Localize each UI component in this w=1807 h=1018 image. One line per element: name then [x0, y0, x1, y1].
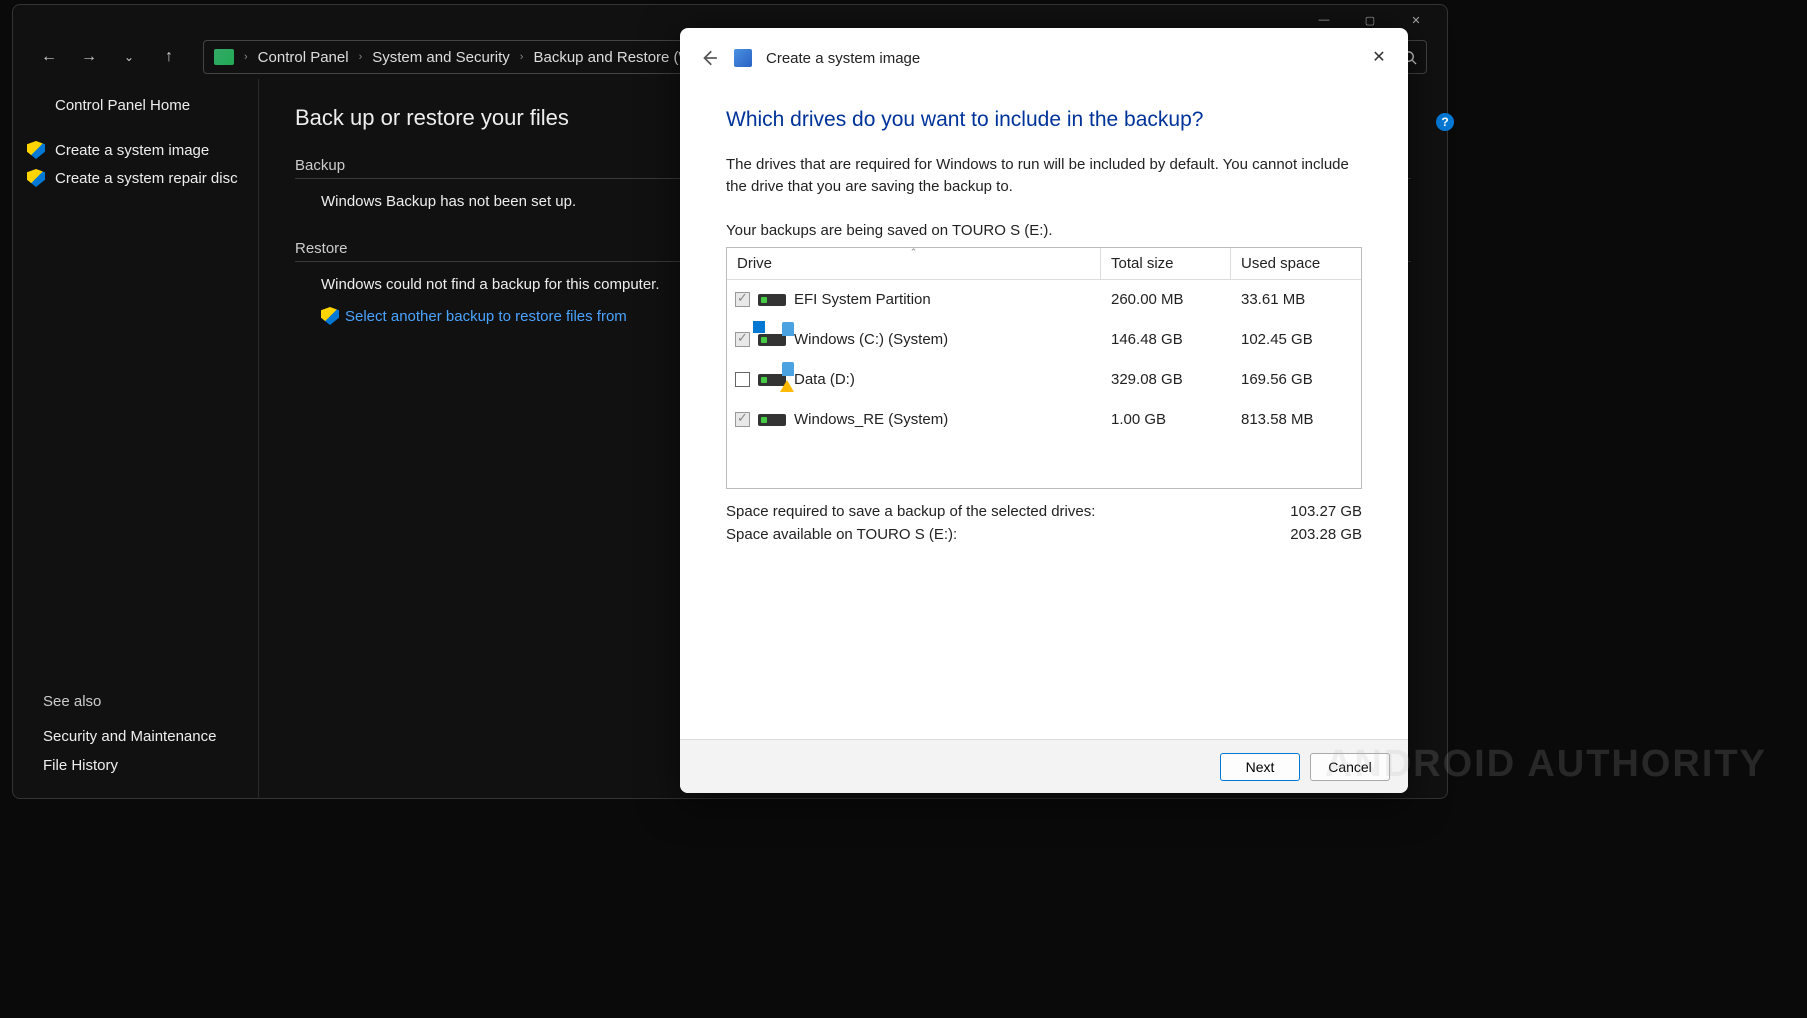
create-system-image-wizard: Create a system image ✕ Which drives do …: [680, 28, 1408, 793]
restore-alt-link-label: Select another backup to restore files f…: [345, 308, 627, 325]
space-available-value: 203.28 GB: [1290, 526, 1362, 543]
lock-overlay-icon: [782, 362, 794, 376]
sidebar: Control Panel Home Create a system image…: [13, 79, 258, 798]
sidebar-link-repair-disc[interactable]: Create a system repair disc: [27, 164, 248, 192]
table-row[interactable]: Data (D:) 329.08 GB 169.56 GB: [727, 360, 1361, 400]
wizard-body: Which drives do you want to include in t…: [680, 88, 1408, 739]
back-arrow-icon: [700, 49, 718, 67]
space-available-row: Space available on TOURO S (E:): 203.28 …: [726, 526, 1362, 543]
sort-indicator-icon: ⌃: [910, 247, 918, 258]
recent-dropdown-icon[interactable]: ⌄: [113, 41, 145, 73]
help-badge[interactable]: ?: [1436, 113, 1454, 131]
wizard-icon: [734, 49, 752, 67]
breadcrumb-item[interactable]: System and Security: [372, 49, 510, 66]
chevron-right-icon: ›: [359, 51, 363, 63]
wizard-footer: Next Cancel: [680, 739, 1408, 793]
drive-icon: [758, 294, 786, 306]
drive-name: Windows (C:) (System): [794, 331, 948, 348]
wizard-save-location: Your backups are being saved on TOURO S …: [726, 222, 1362, 239]
col-total[interactable]: Total size: [1101, 248, 1231, 279]
drive-name: Data (D:): [794, 371, 855, 388]
see-also-filehistory[interactable]: File History: [43, 751, 248, 780]
wizard-titlebar: Create a system image ✕: [680, 28, 1408, 88]
wizard-heading: Which drives do you want to include in t…: [726, 108, 1362, 132]
see-also-security[interactable]: Security and Maintenance: [43, 722, 248, 751]
drive-used: 102.45 GB: [1231, 331, 1361, 348]
wizard-close-button[interactable]: ✕: [1364, 42, 1394, 72]
breadcrumb-item[interactable]: Control Panel: [258, 49, 349, 66]
drive-checkbox: [735, 412, 750, 427]
windows-overlay-icon: [752, 320, 766, 334]
table-row: EFI System Partition 260.00 MB 33.61 MB: [727, 280, 1361, 320]
space-required-row: Space required to save a backup of the s…: [726, 503, 1362, 520]
col-drive[interactable]: Drive⌃: [727, 248, 1101, 279]
drive-total: 260.00 MB: [1101, 291, 1231, 308]
drive-used: 169.56 GB: [1231, 371, 1361, 388]
table-row: Windows (C:) (System) 146.48 GB 102.45 G…: [727, 320, 1361, 360]
space-required-value: 103.27 GB: [1290, 503, 1362, 520]
space-required-label: Space required to save a backup of the s…: [726, 503, 1095, 520]
forward-arrow-icon[interactable]: →: [73, 41, 105, 73]
control-panel-icon: [214, 49, 234, 65]
watermark: ANDROID AUTHORITY: [1325, 743, 1767, 786]
see-also-label: See also: [43, 693, 248, 710]
drive-used: 813.58 MB: [1231, 411, 1361, 428]
up-arrow-icon[interactable]: ↑: [153, 41, 185, 73]
shield-icon: [27, 169, 45, 187]
sidebar-link-label: Create a system image: [55, 142, 209, 159]
back-arrow-icon[interactable]: ←: [33, 41, 65, 73]
shield-icon: [27, 141, 45, 159]
chevron-right-icon: ›: [520, 51, 524, 63]
drive-checkbox: [735, 332, 750, 347]
drive-name: Windows_RE (System): [794, 411, 948, 428]
warning-overlay-icon: [780, 380, 794, 392]
drive-table: Drive⌃ Total size Used space EFI System …: [726, 247, 1362, 489]
wizard-back-button[interactable]: [698, 47, 720, 69]
table-header: Drive⌃ Total size Used space: [727, 248, 1361, 280]
lock-overlay-icon: [782, 322, 794, 336]
drive-name: EFI System Partition: [794, 291, 931, 308]
shield-icon: [321, 307, 339, 325]
table-row: Windows_RE (System) 1.00 GB 813.58 MB: [727, 400, 1361, 440]
drive-total: 329.08 GB: [1101, 371, 1231, 388]
col-used[interactable]: Used space: [1231, 248, 1361, 279]
space-available-label: Space available on TOURO S (E:):: [726, 526, 957, 543]
chevron-right-icon: ›: [244, 51, 248, 63]
drive-used: 33.61 MB: [1231, 291, 1361, 308]
next-button[interactable]: Next: [1220, 753, 1300, 781]
wizard-description: The drives that are required for Windows…: [726, 154, 1362, 198]
drive-icon: [758, 414, 786, 426]
control-panel-home-link[interactable]: Control Panel Home: [55, 97, 248, 114]
drive-checkbox: [735, 292, 750, 307]
sidebar-link-label: Create a system repair disc: [55, 170, 238, 187]
sidebar-link-create-image[interactable]: Create a system image: [27, 136, 248, 164]
drive-total: 146.48 GB: [1101, 331, 1231, 348]
wizard-title: Create a system image: [766, 50, 920, 67]
drive-checkbox[interactable]: [735, 372, 750, 387]
drive-total: 1.00 GB: [1101, 411, 1231, 428]
